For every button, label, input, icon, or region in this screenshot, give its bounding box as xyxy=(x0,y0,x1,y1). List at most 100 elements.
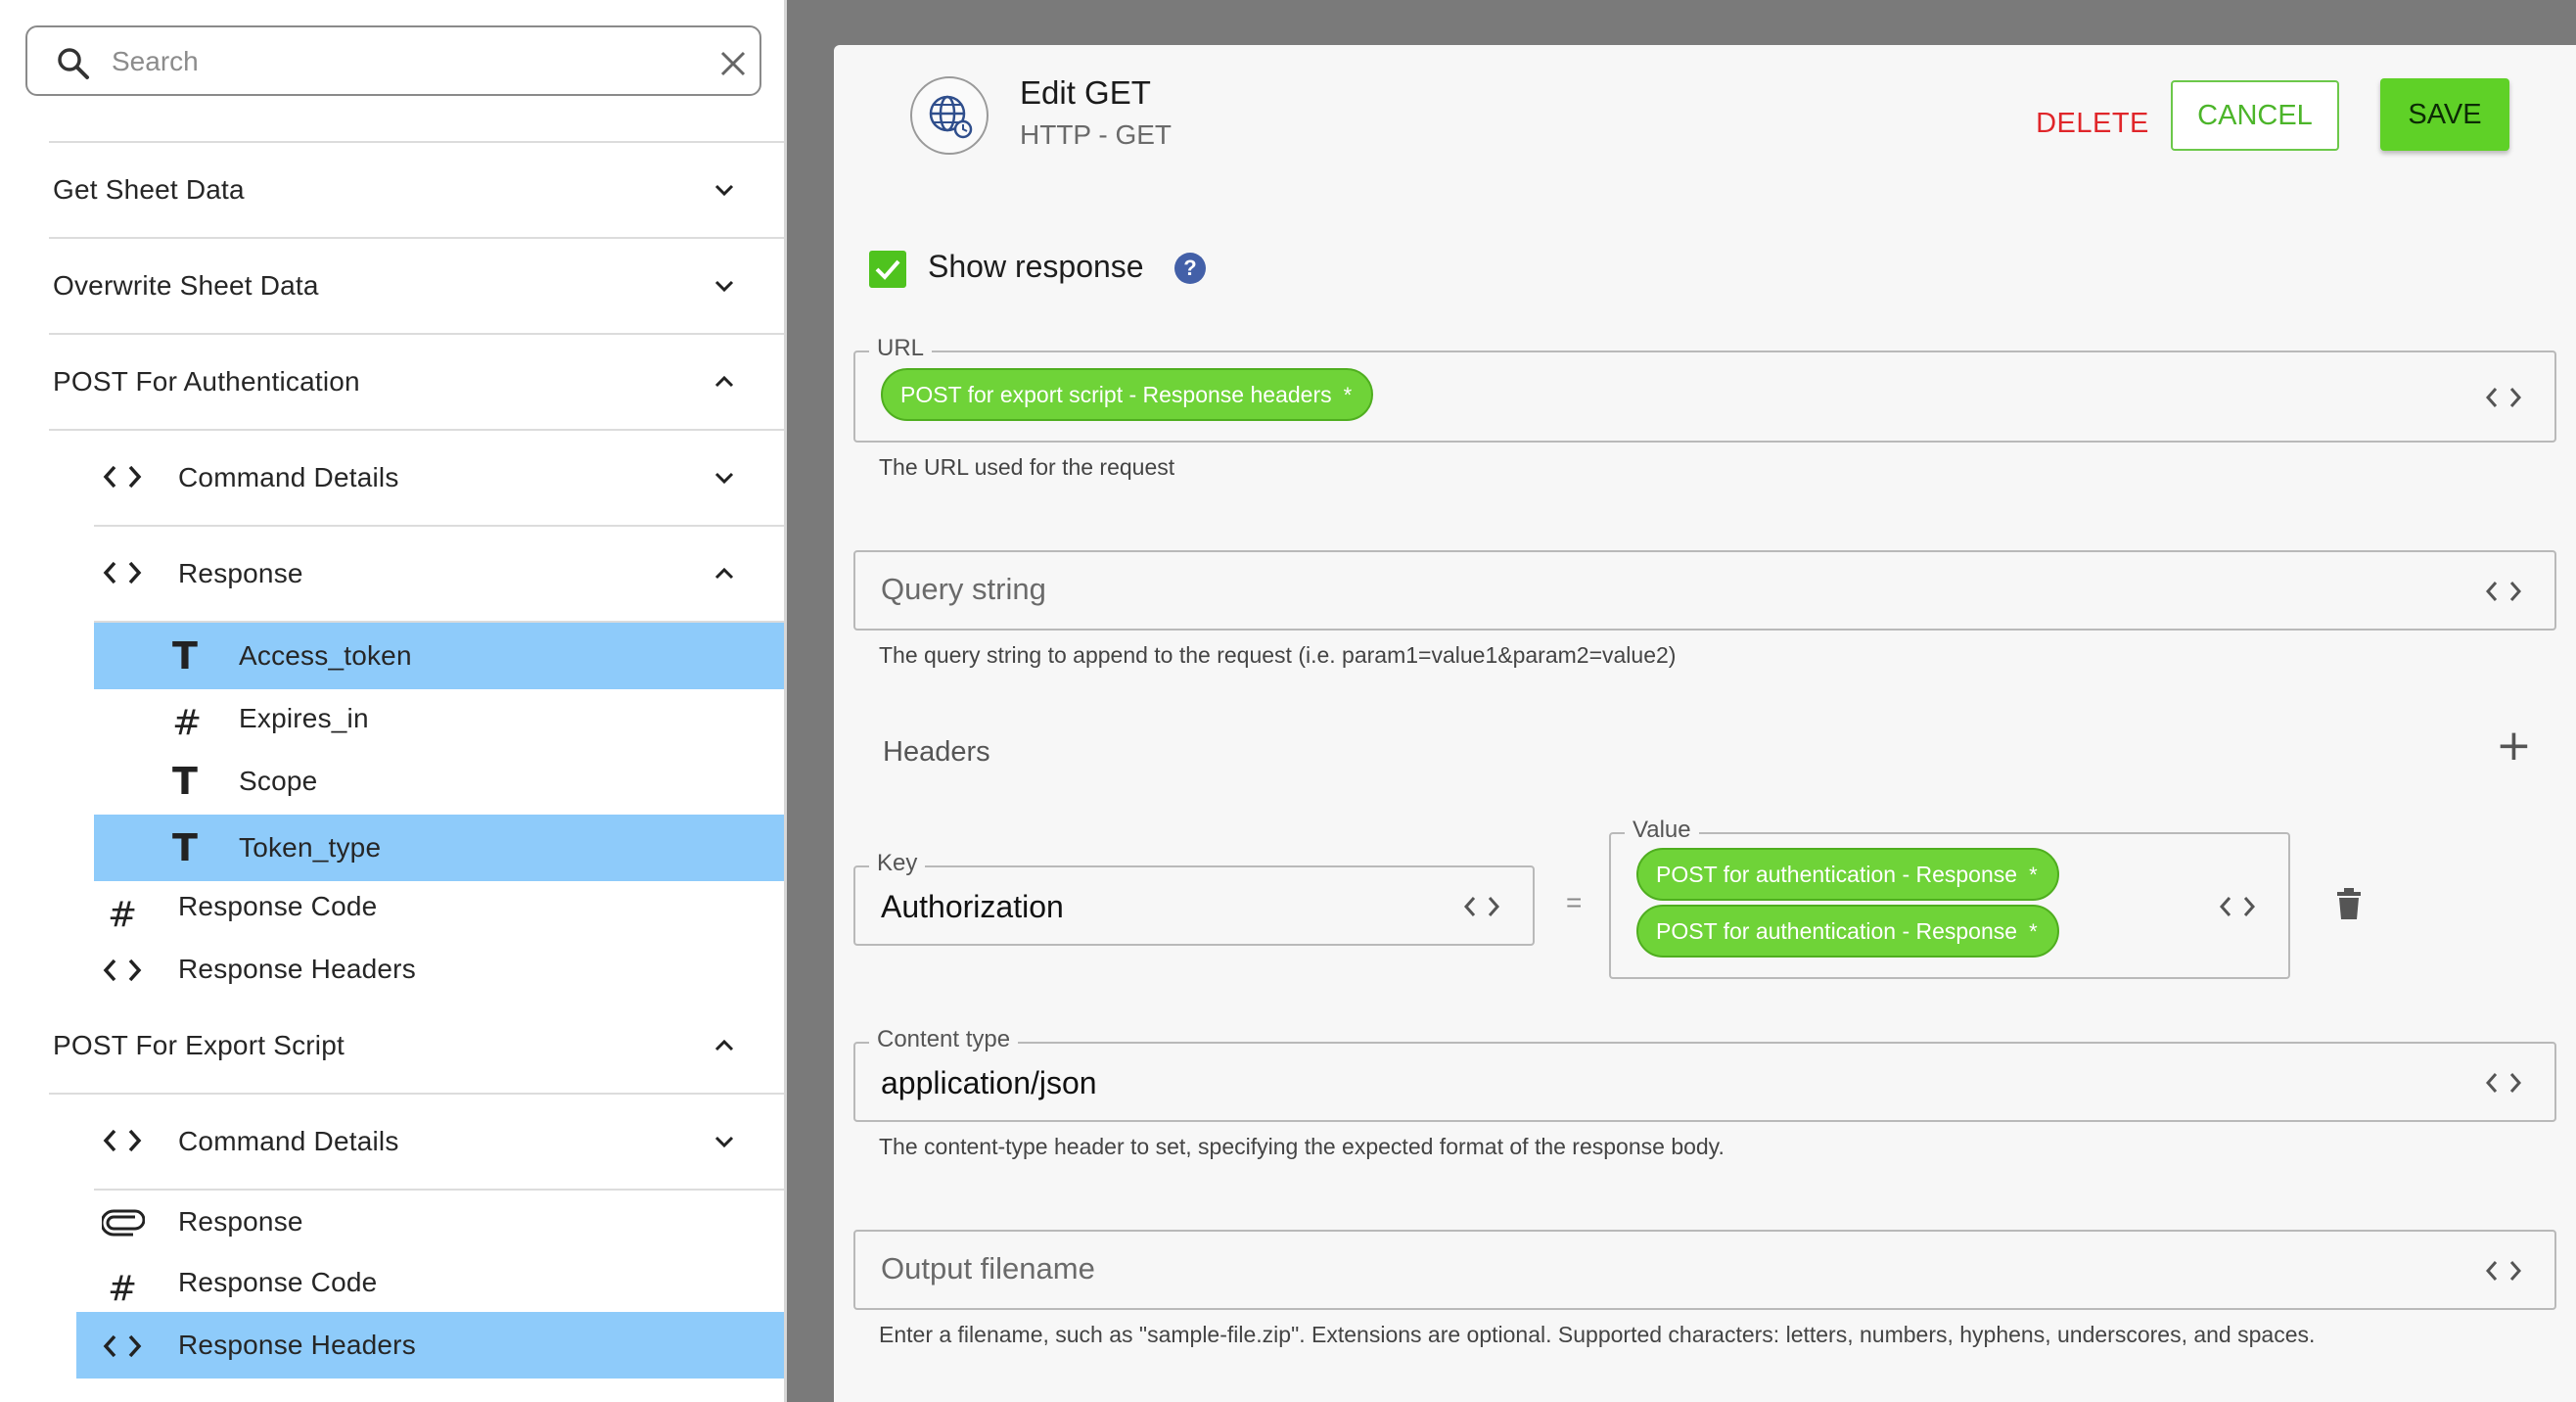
sidebar: Get Sheet Data Overwrite Sheet Data POST… xyxy=(0,0,787,1402)
text-type-icon: T xyxy=(172,826,198,869)
check-icon xyxy=(875,259,900,280)
chevron-up-icon[interactable] xyxy=(711,560,738,587)
show-response-checkbox[interactable] xyxy=(869,251,906,288)
required-asterisk: * xyxy=(1343,383,1353,407)
panel-subtitle: HTTP - GET xyxy=(1020,119,1173,150)
header-value-chip[interactable]: POST for authentication - Response * xyxy=(1636,848,2059,901)
key-value: Authorization xyxy=(881,889,1064,924)
trash-icon[interactable] xyxy=(2335,887,2363,920)
panel-title: Edit GET xyxy=(1020,74,1151,111)
code-toggle-icon[interactable] xyxy=(2484,1069,2523,1097)
item-label: Expires_in xyxy=(239,703,369,733)
sidebar-item-command-details[interactable]: Command Details xyxy=(0,431,784,525)
required-asterisk: * xyxy=(2029,919,2038,944)
code-toggle-icon[interactable] xyxy=(1462,893,1501,920)
key-label: Key xyxy=(869,850,926,877)
number-type-icon: # xyxy=(172,703,203,743)
search-icon xyxy=(58,48,89,79)
item-label: Response xyxy=(178,1206,303,1237)
sidebar-section-post-for-export-script[interactable]: POST For Export Script xyxy=(0,999,784,1093)
number-type-icon: # xyxy=(108,895,138,935)
code-toggle-icon[interactable] xyxy=(2218,893,2257,920)
chevron-down-icon[interactable] xyxy=(711,272,738,300)
sidebar-section-post-for-authentication[interactable]: POST For Authentication xyxy=(0,335,784,429)
header-value-field[interactable]: Value POST for authentication - Response… xyxy=(1609,817,2290,979)
sidebar-item-response[interactable]: Response xyxy=(0,527,784,621)
item-label: Scope xyxy=(239,766,318,796)
header-key-field[interactable]: Key Authorization xyxy=(853,850,1535,946)
output-filename-placeholder: Output filename xyxy=(881,1251,1095,1285)
search-input[interactable] xyxy=(112,41,689,82)
code-icon xyxy=(103,1129,142,1152)
sidebar-item-expires-in[interactable]: # Expires_in xyxy=(94,689,784,752)
section-label: Get Sheet Data xyxy=(53,174,245,205)
sidebar-section-get-sheet-data[interactable]: Get Sheet Data xyxy=(0,143,784,237)
content-type-value: application/json xyxy=(881,1065,1097,1100)
search-box[interactable] xyxy=(25,25,761,96)
url-label: URL xyxy=(869,335,933,362)
chip-label: POST for authentication - Response xyxy=(1656,918,2018,944)
url-variable-chip[interactable]: POST for export script - Response header… xyxy=(881,368,1374,421)
equals-sign: = xyxy=(1566,887,1583,917)
code-icon xyxy=(103,1334,142,1358)
code-toggle-icon[interactable] xyxy=(2484,1257,2523,1285)
sidebar-item-response-headers[interactable]: Response Headers xyxy=(76,1312,784,1379)
query-string-placeholder: Query string xyxy=(881,572,1046,606)
add-header-icon[interactable]: + xyxy=(2496,721,2532,771)
sidebar-item-response-code[interactable]: # Response Code xyxy=(0,881,784,944)
chevron-down-icon[interactable] xyxy=(711,1128,738,1155)
output-filename-field[interactable]: Output filename xyxy=(853,1230,2556,1310)
code-toggle-icon[interactable] xyxy=(2484,384,2523,411)
headers-label: Headers xyxy=(883,736,990,768)
query-string-helper-text: The query string to append to the reques… xyxy=(879,642,1677,668)
sidebar-item-response[interactable]: Response xyxy=(0,1191,784,1253)
item-label: Response Headers xyxy=(178,1330,416,1360)
chevron-down-icon[interactable] xyxy=(711,176,738,204)
sidebar-item-response-headers[interactable]: Response Headers xyxy=(0,944,784,1006)
required-asterisk: * xyxy=(2029,863,2038,887)
text-type-icon: T xyxy=(172,634,198,678)
cancel-button[interactable]: CANCEL xyxy=(2171,80,2339,151)
content-type-label: Content type xyxy=(869,1026,1019,1053)
number-type-icon: # xyxy=(108,1269,138,1309)
code-icon xyxy=(103,958,142,982)
item-label: Command Details xyxy=(178,462,399,492)
value-label: Value xyxy=(1625,817,1699,844)
chevron-up-icon[interactable] xyxy=(711,1032,738,1059)
sidebar-section-overwrite-sheet-data[interactable]: Overwrite Sheet Data xyxy=(0,239,784,333)
item-label: Response Code xyxy=(178,891,378,921)
sidebar-item-access-token[interactable]: T Access_token xyxy=(94,623,784,689)
item-label: Token_type xyxy=(239,832,382,863)
section-label: Overwrite Sheet Data xyxy=(53,270,319,301)
query-string-field[interactable]: Query string xyxy=(853,550,2556,631)
content-type-field[interactable]: Content type application/json xyxy=(853,1026,2556,1122)
item-label: Response xyxy=(178,558,303,588)
save-button[interactable]: SAVE xyxy=(2380,78,2509,151)
item-label: Command Details xyxy=(178,1126,399,1156)
content-type-helper-text: The content-type header to set, specifyi… xyxy=(879,1134,1725,1159)
code-toggle-icon[interactable] xyxy=(2484,578,2523,605)
sidebar-item-command-details[interactable]: Command Details xyxy=(0,1095,784,1189)
chevron-up-icon[interactable] xyxy=(711,368,738,396)
section-label: POST For Authentication xyxy=(53,366,360,397)
url-helper-text: The URL used for the request xyxy=(879,454,1175,480)
sidebar-item-response-code[interactable]: # Response Code xyxy=(0,1253,784,1316)
item-label: Response Headers xyxy=(178,954,416,984)
delete-button[interactable]: DELETE xyxy=(2004,96,2181,151)
code-icon xyxy=(103,465,142,489)
attachment-icon xyxy=(102,1209,145,1237)
show-response-label: Show response xyxy=(928,249,1144,284)
text-type-icon: T xyxy=(172,760,198,803)
help-icon[interactable]: ? xyxy=(1174,253,1206,284)
item-label: Access_token xyxy=(239,640,412,671)
sidebar-item-token-type[interactable]: T Token_type xyxy=(94,815,784,881)
header-value-chip[interactable]: POST for authentication - Response * xyxy=(1636,905,2059,958)
edit-panel: Edit GET HTTP - GET DELETE CANCEL SAVE S… xyxy=(834,45,2576,1402)
chevron-down-icon[interactable] xyxy=(711,464,738,491)
chip-label: POST for export script - Response header… xyxy=(900,382,1332,407)
clear-search-icon[interactable] xyxy=(718,49,748,78)
sidebar-item-scope[interactable]: T Scope xyxy=(94,752,784,815)
url-field[interactable]: URL POST for export script - Response he… xyxy=(853,335,2556,443)
code-icon xyxy=(103,561,142,584)
section-label: POST For Export Script xyxy=(53,1030,345,1060)
